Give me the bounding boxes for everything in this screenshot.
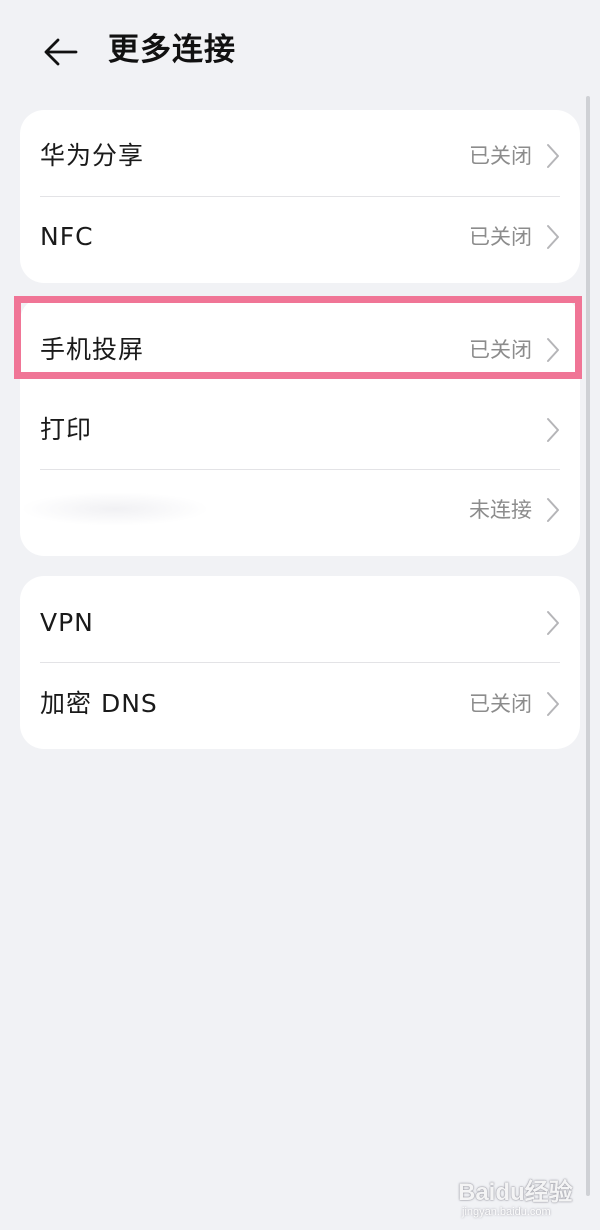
scrollbar[interactable] <box>586 96 590 1196</box>
encrypted-dns-row[interactable]: 加密 DNS 已关闭 <box>20 664 580 744</box>
chevron-right-icon <box>547 418 559 442</box>
page-title: 更多连接 <box>108 32 236 68</box>
row-status: 已关闭 <box>469 225 532 249</box>
row-status: 已关闭 <box>469 692 532 716</box>
blurred-label-region <box>20 492 210 526</box>
row-label: NFC <box>40 222 94 251</box>
screen-projection-row[interactable]: 手机投屏 已关闭 <box>20 310 580 390</box>
chevron-right-icon <box>547 611 559 635</box>
chevron-right-icon <box>547 144 559 168</box>
chevron-right-icon <box>547 338 559 362</box>
row-label: VPN <box>40 608 94 637</box>
watermark-text: Baidu经验 <box>458 1179 573 1206</box>
arrow-left-icon <box>44 38 78 66</box>
divider <box>40 662 560 663</box>
huawei-share-row[interactable]: 华为分享 已关闭 <box>20 116 580 196</box>
row-status: 已关闭 <box>469 144 532 168</box>
vpn-row[interactable]: VPN <box>20 583 580 663</box>
row-label: 手机投屏 <box>40 335 145 364</box>
header: 更多连接 <box>0 0 600 100</box>
chevron-right-icon <box>547 225 559 249</box>
print-row[interactable]: 打印 <box>20 390 580 470</box>
watermark-url: jingyan.baidu.com <box>462 1206 551 1218</box>
row-label: 加密 DNS <box>40 689 158 718</box>
nfc-row[interactable]: NFC 已关闭 <box>20 197 580 277</box>
row-label: 打印 <box>40 415 93 444</box>
chevron-right-icon <box>547 498 559 522</box>
settings-group-network: VPN 加密 DNS 已关闭 <box>20 576 580 749</box>
chevron-right-icon <box>547 692 559 716</box>
row-status: 未连接 <box>469 498 532 522</box>
baidu-watermark: Baidu经验 jingyan.baidu.com <box>456 1168 596 1226</box>
back-button[interactable] <box>36 30 84 74</box>
row-label: 华为分享 <box>40 141 145 170</box>
row-status: 已关闭 <box>469 338 532 362</box>
settings-group-sharing: 华为分享 已关闭 NFC 已关闭 <box>20 110 580 283</box>
